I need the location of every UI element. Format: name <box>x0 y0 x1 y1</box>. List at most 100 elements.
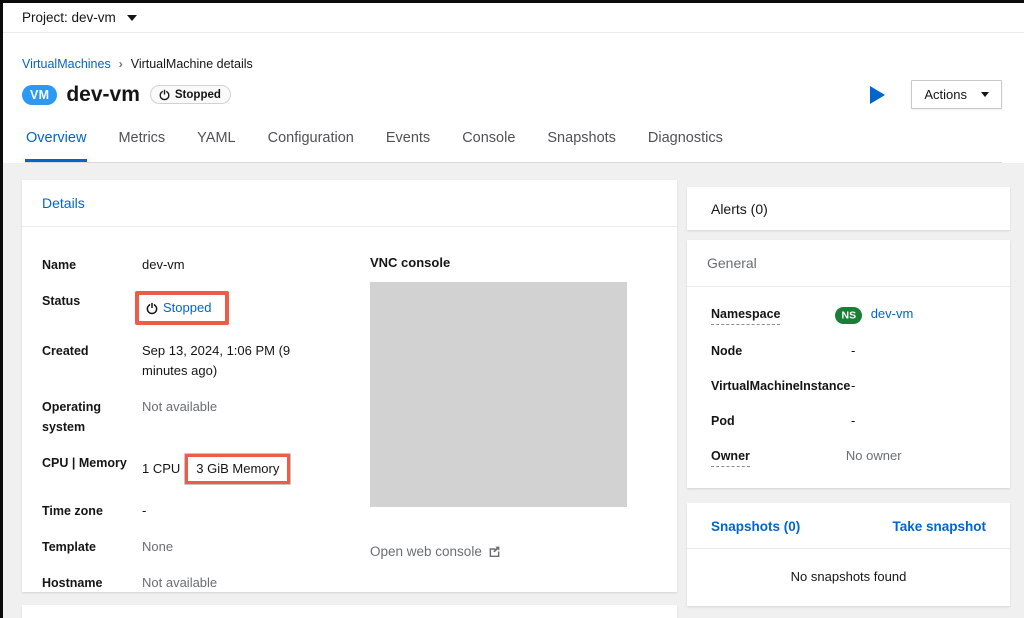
general-value-pod: - <box>851 412 855 430</box>
general-card: General Namespace NS dev-vm Node - <box>687 240 1010 488</box>
detail-label-created: Created <box>42 341 142 381</box>
detail-row-template: Template None <box>42 537 350 557</box>
memory-annotation-box: 3 GiB Memory <box>184 453 291 485</box>
breadcrumb-separator-icon: › <box>119 57 123 71</box>
general-label-pod: Pod <box>711 412 851 430</box>
left-column: Details Name dev-vm Status <box>22 180 677 618</box>
detail-label-cpu-memory: CPU | Memory <box>42 453 142 485</box>
general-row-namespace: Namespace NS dev-vm <box>711 305 986 325</box>
detail-row-os: Operating system Not available <box>42 397 350 437</box>
general-row-pod: Pod - <box>711 412 986 430</box>
power-off-icon <box>145 301 159 315</box>
namespace-kind-badge: NS <box>835 307 862 324</box>
alerts-card[interactable]: Alerts (0) <box>687 187 1010 230</box>
breadcrumb: VirtualMachines › VirtualMachine details <box>22 57 1002 71</box>
detail-label-timezone: Time zone <box>42 501 142 521</box>
power-off-icon <box>158 88 171 101</box>
tab-overview[interactable]: Overview <box>25 130 87 162</box>
tab-console[interactable]: Console <box>461 130 516 162</box>
detail-label-template: Template <box>42 537 142 557</box>
status-badge-label: Stopped <box>175 89 221 101</box>
open-web-console-label: Open web console <box>370 544 482 559</box>
tab-events[interactable]: Events <box>385 130 431 162</box>
start-vm-button[interactable] <box>870 86 885 104</box>
vnc-console-title: VNC console <box>370 255 627 270</box>
open-web-console-link[interactable]: Open web console <box>370 544 501 559</box>
detail-row-created: Created Sep 13, 2024, 1:06 PM (9 minutes… <box>42 341 350 381</box>
general-label-namespace: Namespace <box>711 305 781 325</box>
detail-value-status: Stopped <box>142 291 229 325</box>
right-column: Alerts (0) General Namespace NS dev-vm N… <box>687 180 1010 618</box>
detail-row-timezone: Time zone - <box>42 501 350 521</box>
general-value-vmi: - <box>851 377 855 395</box>
details-card: Details Name dev-vm Status <box>22 180 677 592</box>
general-label-vmi: VirtualMachineInstance <box>711 377 851 395</box>
detail-value-timezone: - <box>142 501 146 521</box>
vm-details-page: Project: dev-vm VirtualMachines › Virtua… <box>0 0 1024 618</box>
caret-down-icon <box>127 15 137 21</box>
vnc-console-section: VNC console Open web console <box>370 255 627 618</box>
detail-row-name: Name dev-vm <box>42 255 350 275</box>
detail-value-cpu-memory: 1 CPU 3 GiB Memory <box>142 453 291 485</box>
detail-value-template: None <box>142 537 173 557</box>
detail-row-cpu-memory: CPU | Memory 1 CPU 3 GiB Memory <box>42 453 350 485</box>
general-value-namespace: NS dev-vm <box>835 305 913 325</box>
tab-metrics[interactable]: Metrics <box>117 130 166 162</box>
breadcrumb-current: VirtualMachine details <box>131 57 253 71</box>
detail-value-name: dev-vm <box>142 255 185 275</box>
general-row-node: Node - <box>711 342 986 360</box>
general-label-owner: Owner <box>711 447 750 467</box>
detail-label-name: Name <box>42 255 142 275</box>
caret-down-icon <box>981 92 989 97</box>
project-selector-label: Project: dev-vm <box>22 10 116 25</box>
snapshots-card: Snapshots (0) Take snapshot No snapshots… <box>687 503 1010 606</box>
actions-button[interactable]: Actions <box>911 80 1002 109</box>
details-list: Name dev-vm Status <box>42 255 350 618</box>
snapshots-card-header: Snapshots (0) Take snapshot <box>687 503 1010 548</box>
page-header: VirtualMachines › VirtualMachine details… <box>3 33 1024 163</box>
page-title: dev-vm <box>66 83 140 107</box>
tab-yaml[interactable]: YAML <box>196 130 236 162</box>
detail-row-status: Status Stopped <box>42 291 350 325</box>
general-row-vmi: VirtualMachineInstance - <box>711 377 986 395</box>
detail-label-os: Operating system <box>42 397 142 437</box>
tab-snapshots[interactable]: Snapshots <box>546 130 617 162</box>
detail-row-hostname: Hostname Not available <box>42 573 350 593</box>
general-row-owner: Owner No owner <box>711 447 986 467</box>
tab-bar: Overview Metrics YAML Configuration Even… <box>25 130 1002 163</box>
general-card-title: General <box>687 240 1010 286</box>
detail-value-created: Sep 13, 2024, 1:06 PM (9 minutes ago) <box>142 341 307 381</box>
breadcrumb-link-virtualmachines[interactable]: VirtualMachines <box>22 57 111 71</box>
general-value-owner: No owner <box>846 447 902 467</box>
project-bar: Project: dev-vm <box>3 3 1024 33</box>
tab-diagnostics[interactable]: Diagnostics <box>647 130 724 162</box>
detail-value-hostname: Not available <box>142 573 217 593</box>
status-annotation-box: Stopped <box>135 291 229 325</box>
general-label-node: Node <box>711 342 851 360</box>
details-body: Name dev-vm Status <box>22 227 677 618</box>
detail-value-os: Not available <box>142 397 217 437</box>
cpu-value: 1 CPU <box>142 461 180 476</box>
take-snapshot-button[interactable]: Take snapshot <box>892 519 986 534</box>
actions-button-label: Actions <box>924 87 967 102</box>
external-link-icon <box>488 545 501 558</box>
memory-value: 3 GiB Memory <box>196 461 279 476</box>
namespace-link[interactable]: dev-vm <box>871 306 914 321</box>
status-badge: Stopped <box>150 85 231 104</box>
general-value-node: - <box>851 342 855 360</box>
general-list: Namespace NS dev-vm Node - VirtualMachin… <box>687 287 1010 488</box>
overview-content: Details Name dev-vm Status <box>3 163 1024 618</box>
project-selector[interactable]: Project: dev-vm <box>22 10 137 25</box>
snapshots-empty-state: No snapshots found <box>687 549 1010 606</box>
vm-kind-badge: VM <box>22 85 57 105</box>
details-card-title[interactable]: Details <box>22 180 677 226</box>
snapshots-card-title[interactable]: Snapshots (0) <box>711 519 800 534</box>
detail-label-hostname: Hostname <box>42 573 142 593</box>
status-stopped-link[interactable]: Stopped <box>163 298 211 318</box>
next-card-partial <box>22 605 677 618</box>
title-row: VM dev-vm Stopped Actions <box>22 80 1002 109</box>
vnc-console-screen[interactable] <box>370 282 627 507</box>
alerts-card-title: Alerts (0) <box>711 201 768 217</box>
detail-label-status: Status <box>42 291 142 325</box>
tab-configuration[interactable]: Configuration <box>267 130 355 162</box>
